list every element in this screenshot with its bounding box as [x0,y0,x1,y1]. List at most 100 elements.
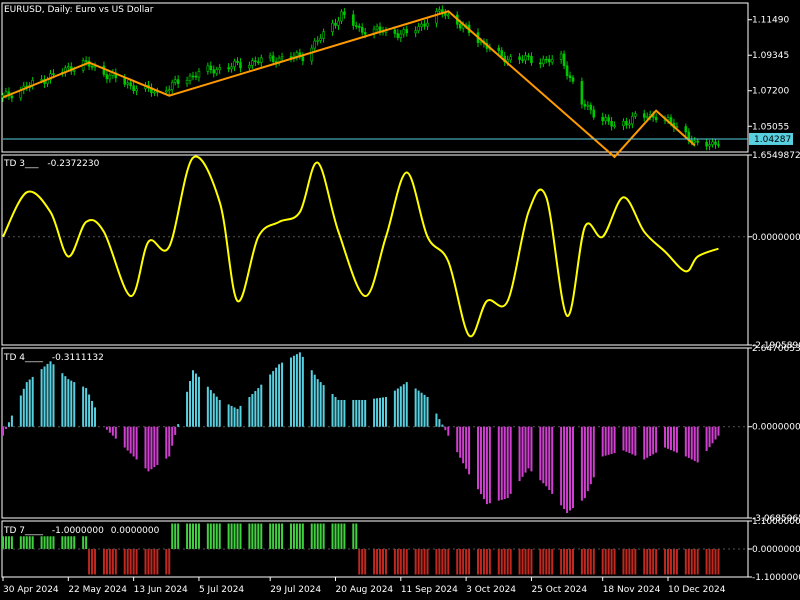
candle-body [331,22,334,33]
candle-body [684,126,688,133]
candle-body [423,23,426,27]
candle-body [654,117,658,121]
candle-body [458,23,462,29]
td3-tick-label-0: 1.6549872 [752,151,800,161]
price-tick-label-1: 1.09345 [752,51,789,61]
candle-body [153,91,156,94]
candle-body [447,14,450,17]
candle-body [167,89,171,92]
candle-body [322,31,325,39]
candle-body [435,10,438,24]
td7-header: TD 7____ -1.0000000 0.0000000 [3,526,160,536]
candle-body [601,116,604,122]
candle-body [84,60,88,62]
price-candles [1,5,720,151]
chart-canvas: EURUSD, Daily: Euro vs US Dollar 1.11490… [1,2,800,595]
candle-body [628,123,631,126]
candle-body [206,65,210,72]
candle-body [215,69,219,74]
td7-header-value-2: 0.0000000 [111,526,160,536]
candle-body [108,75,112,80]
candle-body [631,115,634,125]
price-chart-title: EURUSD, Daily: Euro vs US Dollar [4,5,154,15]
td3-tick-label-1: 0.0000000 [752,233,800,243]
candle-body [544,58,548,61]
candle-body [586,104,590,107]
candle-body [399,33,403,38]
td4-panel[interactable]: TD 4____ -0.3111132 2.64706530.0000000-3… [2,344,800,524]
td4-header-name: TD 4____ [3,353,44,363]
td4-tick-label-1: 0.0000000 [752,423,800,433]
candle-body [565,65,569,77]
candle-body [227,67,230,70]
candle-body [583,103,587,107]
td3-series-line [2,155,719,338]
candle-body [212,69,216,74]
candle-body [530,56,533,64]
time-label-0: 30 Apr 2024 [3,585,59,595]
td7-tick-label-0: 1.1000000 [752,517,800,527]
candle-body [105,74,109,80]
time-label-9: 18 Nov 2024 [603,585,661,595]
candle-body [444,12,447,16]
candle-body [254,60,257,63]
candle-body [268,55,272,59]
td3-header-value: -0.2372230 [47,159,99,169]
candle-body [580,81,584,105]
td3-panel[interactable]: TD 3___ -0.2372230 1.65498720.0000000-2.… [2,151,800,351]
candle-body [693,140,697,143]
time-label-4: 29 Jul 2024 [270,585,321,595]
candle-body [197,71,201,78]
candle-body [634,113,637,117]
td3-header: TD 3___ -0.2372230 [3,159,100,169]
zigzag-polyline [2,10,696,159]
td7-panel[interactable]: TD 7____ -1.0000000 0.0000000 1.1000000 0… [2,517,800,583]
candle-body [251,60,254,66]
td7-axis-ticks: 1.1000000 0.0000000 -1.1000000 [748,517,800,583]
candle-body [248,64,251,69]
time-label-8: 25 Oct 2024 [531,585,587,595]
candle-body [547,59,551,63]
candle-body [173,79,177,83]
candle-body [354,25,358,27]
zigzag-line [2,10,696,159]
candle-body [527,55,530,57]
candle-body [717,144,720,146]
time-axis: 30 Apr 2024 22 May 2024 13 Jun 2024 5 Jul 2… [2,577,726,595]
candle-body [438,9,441,12]
candle-body [607,117,610,122]
candle-body [610,120,613,127]
candle-body [396,33,400,38]
candle-body [559,53,563,60]
candle-body [170,81,174,90]
td7-tick-label-2: -1.1000000 [752,573,800,583]
candle-body [642,113,646,118]
candle-body [509,56,512,61]
candle-body [645,116,649,119]
candle-body [334,22,337,26]
candle-body [129,82,132,86]
candle-body [625,120,628,126]
candle-body [188,75,192,81]
candle-body [319,38,322,41]
candle-body [613,125,616,128]
candle-body [176,79,180,84]
td7-header-name: TD 7____ [3,526,44,536]
candle-body [67,66,70,69]
candle-body [209,65,213,70]
candle-body [10,95,14,99]
candle-body [310,47,314,62]
candle-body [340,11,343,22]
td4-tick-label-0: 2.6470653 [752,344,800,354]
price-panel[interactable]: EURUSD, Daily: Euro vs US Dollar 1.11490… [1,5,793,159]
candle-body [393,29,397,34]
candle-body [360,27,364,33]
candle-body [589,104,593,111]
candle-body [40,79,43,81]
candle-body [521,59,524,61]
td4-axis-ticks: 2.64706530.0000000-3.0685965 [748,344,800,524]
candle-body [132,85,135,92]
candle-body [420,23,423,27]
td7-header-value-1: -1.0000000 [52,526,104,536]
candle-body [550,59,554,63]
